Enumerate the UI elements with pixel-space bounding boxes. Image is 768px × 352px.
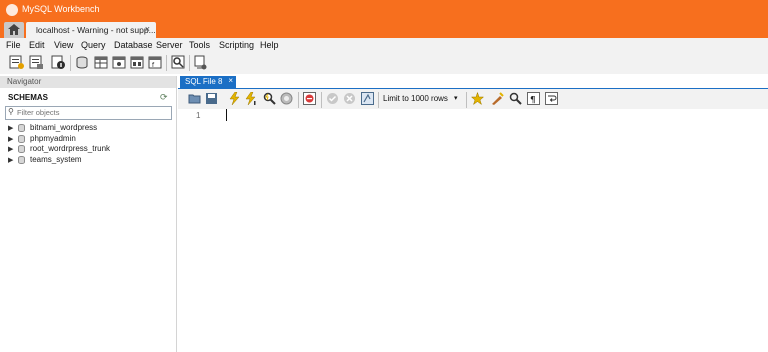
toolbar-separator bbox=[321, 92, 322, 108]
filter-objects-input[interactable] bbox=[17, 107, 165, 118]
connection-tab-strip: localhost - Warning - not supp... × bbox=[0, 20, 768, 38]
menu-database[interactable]: Database bbox=[114, 40, 153, 50]
line-number: 1 bbox=[196, 111, 201, 120]
database-icon bbox=[18, 124, 25, 132]
svg-text:¶: ¶ bbox=[530, 96, 536, 106]
expand-arrow-icon[interactable]: ▶ bbox=[8, 145, 13, 153]
toolbar-separator bbox=[466, 92, 467, 108]
toggle-continue-on-error-icon[interactable] bbox=[303, 92, 316, 105]
menu-file[interactable]: File bbox=[6, 40, 21, 50]
sql-editor-toolbar: Limit to 1000 rows ▾ ¶ bbox=[178, 89, 768, 109]
search-table-data-icon[interactable] bbox=[171, 55, 186, 70]
database-icon bbox=[18, 135, 25, 143]
menu-bar: File Edit View Query Database Server Too… bbox=[0, 38, 768, 52]
connection-tab-label: localhost - Warning - not supp... bbox=[36, 25, 156, 35]
close-sql-tab-icon[interactable]: × bbox=[228, 76, 233, 85]
toolbar-separator bbox=[189, 55, 190, 71]
execute-current-statement-icon[interactable] bbox=[245, 92, 258, 105]
sql-editor-panel: SQL File 8 × Limit to 1000 rows ▾ ¶ 1 bbox=[178, 76, 768, 352]
rollback-icon[interactable] bbox=[343, 92, 356, 105]
new-sql-tab-icon[interactable] bbox=[9, 55, 24, 70]
execute-icon[interactable] bbox=[228, 92, 241, 105]
line-number-gutter: 1 bbox=[178, 109, 218, 352]
invisible-characters-icon[interactable]: ¶ bbox=[527, 92, 540, 105]
menu-scripting[interactable]: Scripting bbox=[219, 40, 254, 50]
window-title: MySQL Workbench bbox=[22, 4, 100, 14]
add-snippet-icon[interactable] bbox=[471, 92, 484, 105]
toolbar-separator bbox=[166, 55, 167, 71]
menu-query[interactable]: Query bbox=[81, 40, 106, 50]
navigator-panel: Navigator SCHEMAS ⟳ ⚲ ▶ bitnami_wordpres… bbox=[0, 76, 177, 352]
schema-name: teams_system bbox=[30, 155, 82, 164]
database-icon bbox=[18, 145, 25, 153]
find-icon[interactable] bbox=[509, 92, 522, 105]
menu-tools[interactable]: Tools bbox=[189, 40, 210, 50]
expand-arrow-icon[interactable]: ▶ bbox=[8, 124, 13, 132]
database-icon bbox=[18, 156, 25, 164]
main-toolbar: f bbox=[0, 52, 768, 74]
open-sql-script-icon[interactable] bbox=[29, 55, 44, 70]
limit-rows-value: Limit to 1000 rows bbox=[383, 94, 448, 103]
create-table-icon[interactable] bbox=[94, 55, 109, 70]
menu-edit[interactable]: Edit bbox=[29, 40, 45, 50]
refresh-schemas-icon[interactable]: ⟳ bbox=[160, 92, 168, 103]
expand-arrow-icon[interactable]: ▶ bbox=[8, 156, 13, 164]
create-schema-icon[interactable] bbox=[75, 55, 90, 70]
home-tab[interactable] bbox=[4, 22, 24, 38]
navigator-title: Navigator bbox=[7, 77, 42, 86]
explain-icon[interactable] bbox=[263, 92, 276, 105]
create-view-icon[interactable] bbox=[112, 55, 127, 70]
menu-server[interactable]: Server bbox=[156, 40, 183, 50]
create-procedure-icon[interactable] bbox=[130, 55, 145, 70]
save-icon[interactable] bbox=[205, 92, 218, 105]
menu-view[interactable]: View bbox=[54, 40, 73, 50]
beautify-icon[interactable] bbox=[491, 92, 504, 105]
navigator-header: Navigator bbox=[0, 76, 176, 88]
toolbar-separator bbox=[298, 92, 299, 108]
chevron-down-icon: ▾ bbox=[454, 95, 458, 102]
commit-icon[interactable] bbox=[326, 92, 339, 105]
mysql-workbench-logo-icon bbox=[6, 4, 18, 16]
search-icon: ⚲ bbox=[8, 107, 14, 116]
close-connection-tab-icon[interactable]: × bbox=[145, 24, 150, 34]
connection-tab[interactable]: localhost - Warning - not supp... × bbox=[26, 22, 156, 38]
inspector-icon[interactable] bbox=[51, 55, 66, 70]
toolbar-separator bbox=[70, 55, 71, 71]
menu-help[interactable]: Help bbox=[260, 40, 279, 50]
expand-arrow-icon[interactable]: ▶ bbox=[8, 135, 13, 143]
filter-objects-field[interactable]: ⚲ bbox=[5, 106, 172, 120]
schemas-heading: SCHEMAS bbox=[8, 93, 49, 102]
limit-rows-select[interactable]: Limit to 1000 rows ▾ bbox=[383, 94, 458, 103]
text-cursor[interactable] bbox=[226, 109, 227, 121]
schema-name: bitnami_wordpress bbox=[30, 123, 98, 132]
open-folder-icon[interactable] bbox=[188, 92, 201, 105]
create-function-icon[interactable]: f bbox=[148, 55, 163, 70]
stop-icon[interactable] bbox=[280, 92, 293, 105]
toggle-autocommit-icon[interactable] bbox=[361, 92, 374, 105]
word-wrap-icon[interactable] bbox=[545, 92, 558, 105]
schema-name: root_wordrpress_trunk bbox=[30, 144, 111, 153]
sql-file-tab[interactable]: SQL File 8 × bbox=[180, 76, 236, 88]
title-bar: MySQL Workbench bbox=[0, 0, 768, 20]
home-icon bbox=[8, 24, 20, 35]
toolbar-separator bbox=[378, 92, 379, 108]
reconnect-icon[interactable] bbox=[193, 55, 208, 70]
schema-name: phpmyadmin bbox=[30, 134, 76, 143]
sql-file-tab-label: SQL File 8 bbox=[185, 77, 223, 86]
